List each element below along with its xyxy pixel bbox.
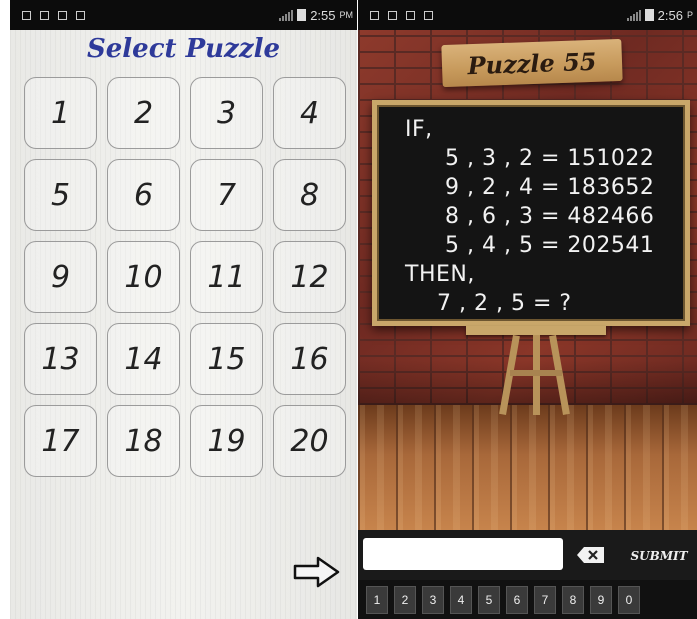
signal-icon xyxy=(626,9,641,21)
board-line: 5 , 4 , 5 = 202541 xyxy=(445,233,655,258)
key-6[interactable]: 6 xyxy=(506,585,528,614)
puzzle-tile-18[interactable]: 18 xyxy=(107,405,180,477)
battery-icon xyxy=(644,9,654,21)
wooden-floor-background xyxy=(358,405,697,530)
app-icon xyxy=(406,10,415,20)
puzzle-tile-5[interactable]: 5 xyxy=(24,159,97,231)
puzzle-tile-14[interactable]: 14 xyxy=(107,323,180,395)
download-icon xyxy=(424,10,433,20)
status-ampm: P xyxy=(686,10,693,20)
puzzle-tile-12[interactable]: 12 xyxy=(273,241,346,313)
status-bar: 2:55 PM xyxy=(10,0,357,30)
key-4[interactable]: 4 xyxy=(450,585,472,614)
battery-icon xyxy=(297,9,307,21)
status-time: 2:56 xyxy=(657,7,683,23)
key-3[interactable]: 3 xyxy=(422,585,444,614)
puzzle-tile-19[interactable]: 19 xyxy=(190,405,263,477)
app-icon xyxy=(58,10,67,20)
puzzle-tile-7[interactable]: 7 xyxy=(190,159,263,231)
notification-icons xyxy=(358,10,627,20)
arrow-right-icon[interactable] xyxy=(292,555,342,589)
puzzle-tile-17[interactable]: 17 xyxy=(24,405,97,477)
puzzle-title-sign: Puzzle 55 xyxy=(441,38,623,88)
puzzle-tile-9[interactable]: 9 xyxy=(24,241,97,313)
puzzle-tile-20[interactable]: 20 xyxy=(273,405,346,477)
key-5[interactable]: 5 xyxy=(478,585,500,614)
key-7[interactable]: 7 xyxy=(534,585,556,614)
puzzle-tile-13[interactable]: 13 xyxy=(24,323,97,395)
puzzle-screen: 2:56 P Puzzle 55 IF, 5 , 3 , 2 = 151022 9… xyxy=(358,0,697,619)
signal-icon xyxy=(279,9,294,21)
status-bar: 2:56 P xyxy=(358,0,697,30)
puzzle-tile-8[interactable]: 8 xyxy=(273,159,346,231)
number-keypad: 1 2 3 4 5 6 7 8 9 0 xyxy=(358,580,697,619)
puzzle-select-screen: 2:55 PM Select Puzzle 1 2 3 4 5 6 7 8 9 1… xyxy=(10,0,357,619)
board-line: 9 , 2 , 4 = 183652 xyxy=(445,175,655,200)
backspace-icon xyxy=(577,547,604,563)
chalkboard-tray xyxy=(466,326,606,335)
usb-icon xyxy=(40,10,49,20)
notification-icon xyxy=(22,10,31,20)
puzzle-tile-15[interactable]: 15 xyxy=(190,323,263,395)
key-9[interactable]: 9 xyxy=(590,585,612,614)
board-line: 7 , 2 , 5 = ? xyxy=(437,291,572,316)
puzzle-grid: 1 2 3 4 5 6 7 8 9 10 11 12 13 14 15 16 1… xyxy=(24,77,346,477)
status-ampm: PM xyxy=(339,10,354,20)
board-line: THEN, xyxy=(405,262,475,287)
answer-input[interactable] xyxy=(363,538,563,570)
puzzle-tile-4[interactable]: 4 xyxy=(273,77,346,149)
puzzle-tile-16[interactable]: 16 xyxy=(273,323,346,395)
usb-icon xyxy=(388,10,397,20)
puzzle-tile-1[interactable]: 1 xyxy=(24,77,97,149)
notification-icon xyxy=(370,10,379,20)
key-1[interactable]: 1 xyxy=(366,585,388,614)
puzzle-tile-3[interactable]: 3 xyxy=(190,77,263,149)
page-title: Select Puzzle xyxy=(86,34,281,64)
board-line: 5 , 3 , 2 = 151022 xyxy=(445,146,655,171)
easel-crossbar xyxy=(510,370,562,376)
submit-button[interactable]: SUBMIT xyxy=(624,545,694,567)
puzzle-tile-11[interactable]: 11 xyxy=(190,241,263,313)
status-time: 2:55 xyxy=(310,7,336,23)
key-2[interactable]: 2 xyxy=(394,585,416,614)
puzzle-tile-6[interactable]: 6 xyxy=(107,159,180,231)
puzzle-tile-10[interactable]: 10 xyxy=(107,241,180,313)
key-8[interactable]: 8 xyxy=(562,585,584,614)
notification-icons xyxy=(10,10,279,20)
board-line: IF, xyxy=(405,117,433,142)
backspace-button[interactable] xyxy=(572,543,610,567)
board-line: 8 , 6 , 3 = 482466 xyxy=(445,204,655,229)
puzzle-tile-2[interactable]: 2 xyxy=(107,77,180,149)
key-0[interactable]: 0 xyxy=(618,585,640,614)
download-icon xyxy=(76,10,85,20)
chalkboard: IF, 5 , 3 , 2 = 151022 9 , 2 , 4 = 18365… xyxy=(372,100,690,326)
